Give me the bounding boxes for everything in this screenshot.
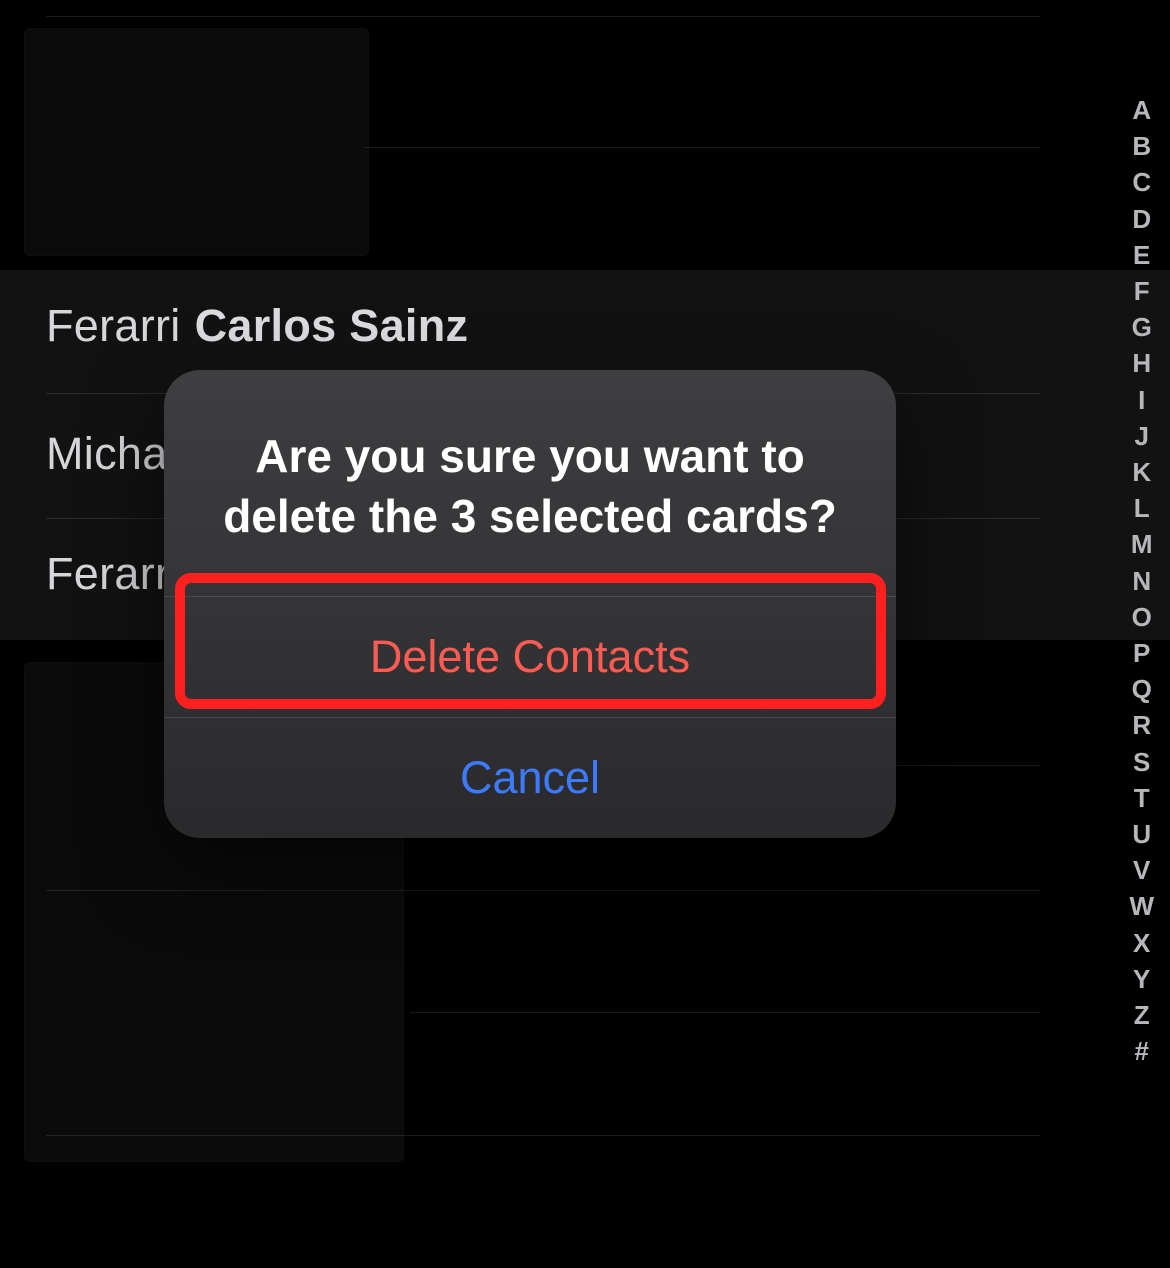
alpha-index-letter[interactable]: Z: [1134, 997, 1150, 1033]
alert-title: Are you sure you want to delete the 3 se…: [164, 370, 896, 596]
alpha-index-letter[interactable]: T: [1134, 780, 1150, 816]
alpha-index-letter[interactable]: I: [1138, 382, 1145, 418]
alpha-index-letter[interactable]: J: [1134, 418, 1148, 454]
alpha-index-letter[interactable]: X: [1133, 925, 1150, 961]
contact-name: Carlos Sainz: [195, 300, 469, 352]
alpha-index-letter[interactable]: W: [1129, 888, 1154, 924]
row-separator: [365, 147, 1040, 148]
contact-prefix: Micha: [46, 428, 168, 480]
alpha-index-letter[interactable]: D: [1132, 201, 1151, 237]
alpha-index-letter[interactable]: Y: [1133, 961, 1150, 997]
row-separator: [410, 1012, 1040, 1013]
delete-contacts-button[interactable]: Delete Contacts: [164, 596, 896, 717]
contact-row[interactable]: Ferarri Carlos Sainz: [46, 300, 1040, 352]
alpha-index[interactable]: A B C D E F G H I J K L M N O P Q R S T …: [1129, 92, 1154, 1069]
alpha-index-letter[interactable]: R: [1132, 707, 1151, 743]
contact-prefix: Ferarr: [46, 548, 170, 600]
alpha-index-letter[interactable]: U: [1132, 816, 1151, 852]
alpha-index-letter[interactable]: B: [1132, 128, 1151, 164]
cancel-button[interactable]: Cancel: [164, 717, 896, 838]
alpha-index-letter[interactable]: S: [1133, 744, 1150, 780]
alpha-index-letter[interactable]: N: [1132, 563, 1151, 599]
alpha-index-letter[interactable]: G: [1132, 309, 1152, 345]
alpha-index-letter[interactable]: H: [1132, 345, 1151, 381]
alpha-index-letter[interactable]: F: [1134, 273, 1150, 309]
alpha-index-letter[interactable]: L: [1134, 490, 1150, 526]
alpha-index-letter[interactable]: K: [1132, 454, 1151, 490]
row-separator: [46, 890, 1040, 891]
alpha-index-letter[interactable]: #: [1134, 1033, 1148, 1069]
row-separator: [46, 16, 1040, 17]
alpha-index-letter[interactable]: M: [1131, 526, 1153, 562]
redacted-block: [24, 28, 369, 256]
confirm-delete-alert: Are you sure you want to delete the 3 se…: [164, 370, 896, 838]
row-separator: [46, 1135, 1040, 1136]
alpha-index-letter[interactable]: Q: [1132, 671, 1152, 707]
alpha-index-letter[interactable]: P: [1133, 635, 1150, 671]
alpha-index-letter[interactable]: V: [1133, 852, 1150, 888]
alpha-index-letter[interactable]: C: [1132, 164, 1151, 200]
contact-prefix: Ferarri: [46, 300, 181, 352]
alpha-index-letter[interactable]: A: [1132, 92, 1151, 128]
alpha-index-letter[interactable]: E: [1133, 237, 1150, 273]
alpha-index-letter[interactable]: O: [1132, 599, 1152, 635]
